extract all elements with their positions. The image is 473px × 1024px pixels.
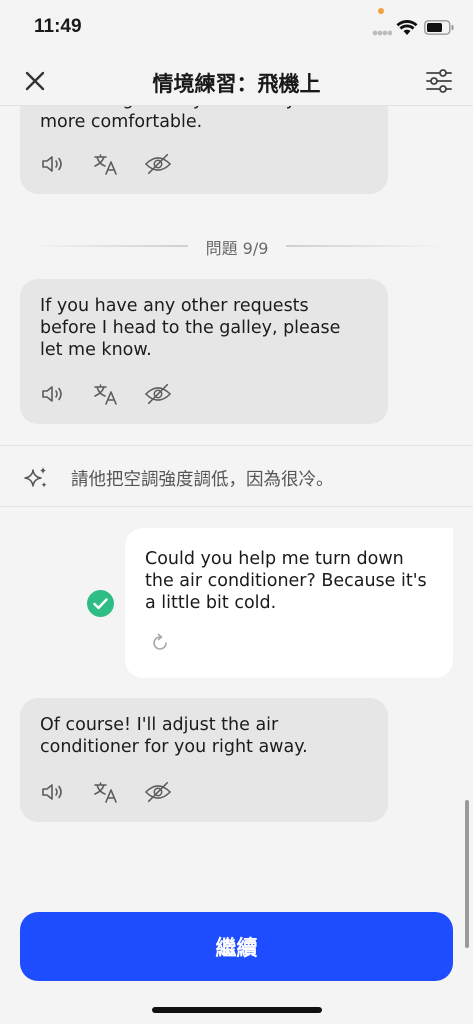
speaker-icon[interactable] [40,152,68,176]
status-bar: 11:49 [0,0,473,56]
settings-button[interactable] [422,66,456,96]
battery-icon [424,20,454,35]
hint-row: 請他把空調強度調低，因為很冷。 [0,445,473,507]
correct-check-badge [87,590,114,617]
message-text: If you have any other requests before I … [40,296,341,360]
home-indicator [152,1007,322,1013]
eye-off-icon[interactable] [144,780,172,804]
translate-icon[interactable] [92,152,120,176]
assistant-message-bubble: Of course! I'll adjust the air condition… [20,698,388,822]
user-message-bubble: Could you help me turn down the air cond… [125,528,453,678]
message-actions [40,152,172,176]
retry-icon [153,633,167,650]
message-actions [40,780,172,804]
question-divider: 問題 9/9 [28,234,446,258]
cellular-signal-icon [372,30,392,36]
divider-line-right [286,245,446,247]
check-icon [93,597,108,609]
status-time: 11:49 [34,16,82,37]
eye-off-icon[interactable] [144,382,172,406]
sparkle-icon [24,467,47,488]
message-actions [40,382,172,406]
page-title: 情境練習：飛機上 [152,72,321,96]
assistant-message-bubble: If you have any other requests before I … [20,279,388,424]
hint-text: 請他把空調強度調低，因為很冷。 [71,470,334,490]
continue-button[interactable]: 繼續 [20,912,453,981]
message-text: Of course! I'll adjust the air condition… [40,715,308,757]
eye-off-icon[interactable] [144,152,172,176]
privacy-indicator-dot [378,8,384,14]
wifi-icon [396,20,418,35]
scrollbar[interactable] [465,800,469,948]
question-progress-label: 問題 9/9 [205,239,269,258]
retry-button[interactable] [149,632,171,654]
speaker-icon[interactable] [40,382,68,406]
top-navigation-bar: 情境練習：飛機上 [0,56,473,106]
translate-icon[interactable] [92,780,120,804]
sliders-icon [426,69,452,93]
speaker-icon[interactable] [40,780,68,804]
user-message-text: Could you help me turn down the air cond… [145,549,427,613]
translate-icon[interactable] [92,382,120,406]
